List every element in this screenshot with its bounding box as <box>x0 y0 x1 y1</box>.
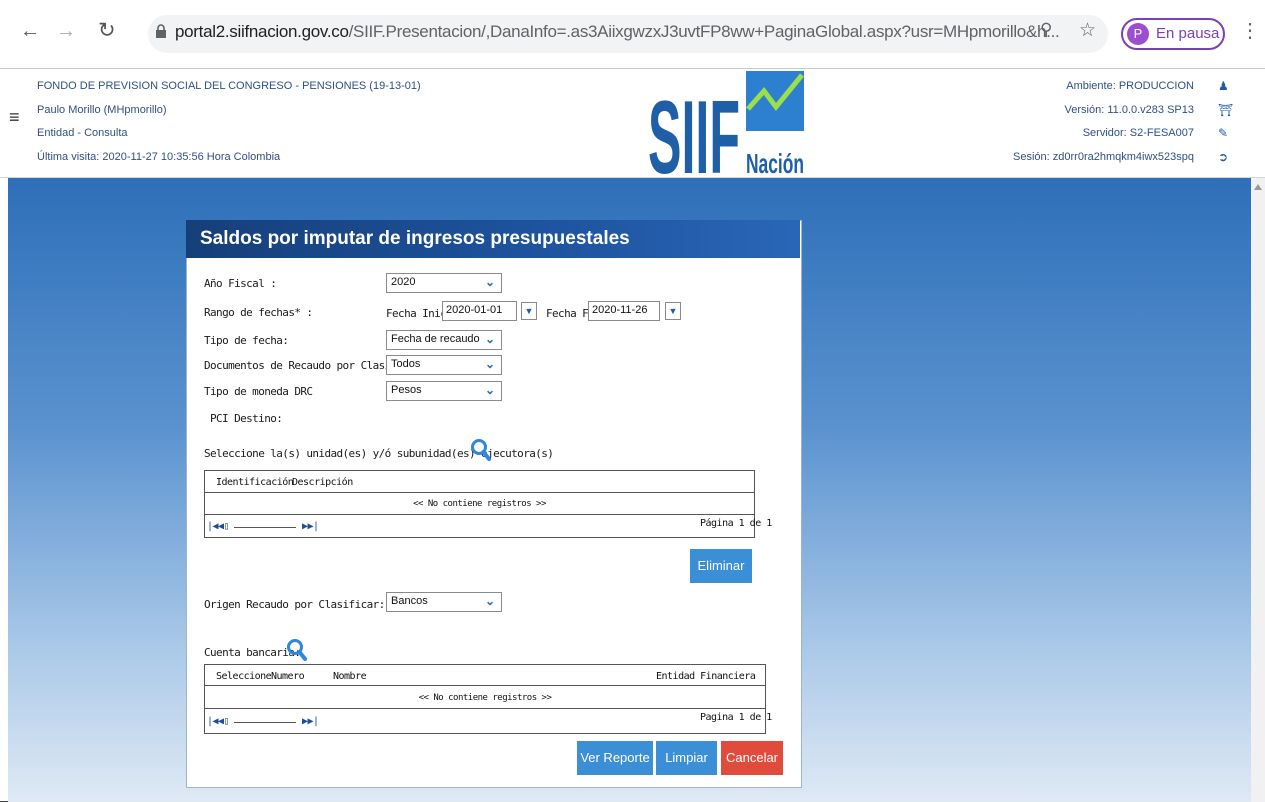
chevron-down-icon: ⌄ <box>484 594 495 608</box>
fiscal-year-value: 2020 <box>391 276 416 288</box>
scroll-up-icon[interactable] <box>1254 184 1262 190</box>
origin-label: Origen Recaudo por Clasificar: <box>204 598 385 611</box>
start-date-input[interactable]: 2020-01-01 <box>442 301 517 321</box>
col-entidad-financiera[interactable]: Entidad Financiera <box>656 671 756 682</box>
grid-divider <box>204 492 755 493</box>
pager-first-prev[interactable]: |◀◀▯ <box>207 521 230 532</box>
url-text[interactable]: portal2.siifnacion.gov.co/SIIF.Presentac… <box>175 22 1060 42</box>
url-path: /SIIF.Presentacion/,DanaInfo=.as3Aiixgwz… <box>348 22 1060 41</box>
origin-select[interactable]: Bancos ⌄ <box>386 592 502 612</box>
currency-value: Pesos <box>391 384 422 396</box>
version-text: Versión: 11.0.0.v283 SP13 <box>1064 104 1194 116</box>
date-type-label: Tipo de fecha: <box>204 334 289 347</box>
grid-divider <box>204 685 766 686</box>
zoom-icon[interactable]: ⚲ <box>1040 20 1052 40</box>
currency-select[interactable]: Pesos ⌄ <box>386 381 502 401</box>
user-role: Entidad - Consulta <box>37 127 128 139</box>
docs-value: Todos <box>391 358 421 370</box>
svg-text:Nación: Nación <box>746 148 804 177</box>
chevron-down-icon: ⌄ <box>484 357 495 371</box>
users-icon[interactable]: ♟ <box>1218 79 1229 93</box>
hamburger-menu-icon[interactable]: ≡ <box>9 107 20 128</box>
clear-button[interactable]: Limpiar <box>656 741 717 775</box>
cancel-button[interactable]: Cancelar <box>721 741 783 775</box>
wrench-icon[interactable]: ✎ <box>1218 126 1228 140</box>
currency-label: Tipo de moneda DRC <box>204 385 313 398</box>
chevron-down-icon: ⌄ <box>484 332 495 346</box>
date-range-label: Rango de fechas* : <box>204 306 313 319</box>
pager-next-last[interactable]: ▶▶| <box>302 521 319 532</box>
more-menu-icon[interactable]: ⋮ <box>1240 18 1260 43</box>
profile-label: En pausa <box>1156 25 1220 42</box>
pager-slider[interactable] <box>234 527 296 528</box>
star-icon[interactable]: ☆ <box>1079 19 1096 42</box>
date-type-select[interactable]: Fecha de recaudo ⌄ <box>386 330 502 350</box>
end-date-input[interactable]: 2020-11-26 <box>588 301 660 321</box>
start-calendar-button[interactable]: ▼ <box>521 302 537 320</box>
col-seleccione[interactable]: Seleccione <box>216 671 272 682</box>
date-type-value: Fecha de recaudo <box>391 333 480 345</box>
page-indicator: Página 1 de 1 <box>700 518 772 529</box>
origin-value: Bancos <box>391 595 428 607</box>
pci-label: PCI Destino: <box>210 412 283 425</box>
page-indicator: Pagina 1 de 1 <box>700 712 772 723</box>
logout-icon[interactable]: ➲ <box>1218 150 1228 164</box>
end-calendar-button[interactable]: ▼ <box>665 302 681 320</box>
back-icon[interactable]: ← <box>20 20 40 43</box>
scrollbar[interactable] <box>1251 178 1265 802</box>
grid-divider <box>204 514 755 515</box>
user-name: Paulo Morillo (MHpmorillo) <box>37 104 167 116</box>
empty-message: << No contiene registros >> <box>413 499 546 509</box>
col-nombre[interactable]: Nombre <box>333 671 367 682</box>
chevron-down-icon: ⌄ <box>484 275 495 289</box>
col-numero[interactable]: Numero <box>271 671 305 682</box>
fiscal-year-select[interactable]: 2020 ⌄ <box>386 273 502 293</box>
pager-first-prev[interactable]: |◀◀▯ <box>207 716 230 727</box>
delete-button[interactable]: Eliminar <box>690 549 752 583</box>
entity-name: FONDO DE PREVISION SOCIAL DEL CONGRESO -… <box>37 80 421 92</box>
session-text: Sesión: zd0rr0ra2hmqkm4iwx523spq <box>1013 151 1194 163</box>
units-label: Seleccione la(s) unidad(es) y/ó subunida… <box>204 447 554 460</box>
view-report-button[interactable]: Ver Reporte <box>577 741 653 775</box>
search-icon[interactable] <box>286 638 308 667</box>
col-identificacion[interactable]: Identificación <box>216 477 294 488</box>
form-title: Saldos por imputar de ingresos presupues… <box>200 228 630 249</box>
svg-text:SIIF: SIIF <box>648 80 740 177</box>
server-text: Servidor: S2-FESA007 <box>1082 127 1194 139</box>
environment-text: Ambiente: PRODUCCION <box>1066 80 1194 92</box>
col-descripcion[interactable]: Descripción <box>292 477 353 488</box>
lock-icon <box>156 24 166 38</box>
search-icon[interactable] <box>470 438 492 467</box>
profile-avatar: P <box>1127 23 1149 45</box>
last-visit: Última visita: 2020-11-27 10:35:56 Hora … <box>37 151 281 163</box>
reload-icon[interactable]: ↻ <box>98 18 116 43</box>
url-host: portal2.siifnacion.gov.co <box>175 22 349 41</box>
empty-message: << No contiene registros >> <box>418 693 552 703</box>
bank-icon[interactable]: ⛩ <box>1218 103 1233 117</box>
grid-divider <box>204 708 766 709</box>
forward-icon[interactable]: → <box>56 20 76 43</box>
fiscal-year-label: Año Fiscal : <box>204 277 277 290</box>
pager-next-last[interactable]: ▶▶| <box>302 716 319 727</box>
chevron-down-icon: ⌄ <box>484 383 495 397</box>
pager-slider[interactable] <box>234 722 296 723</box>
docs-select[interactable]: Todos ⌄ <box>386 355 502 375</box>
siif-logo: SIIF Nación <box>646 69 806 196</box>
